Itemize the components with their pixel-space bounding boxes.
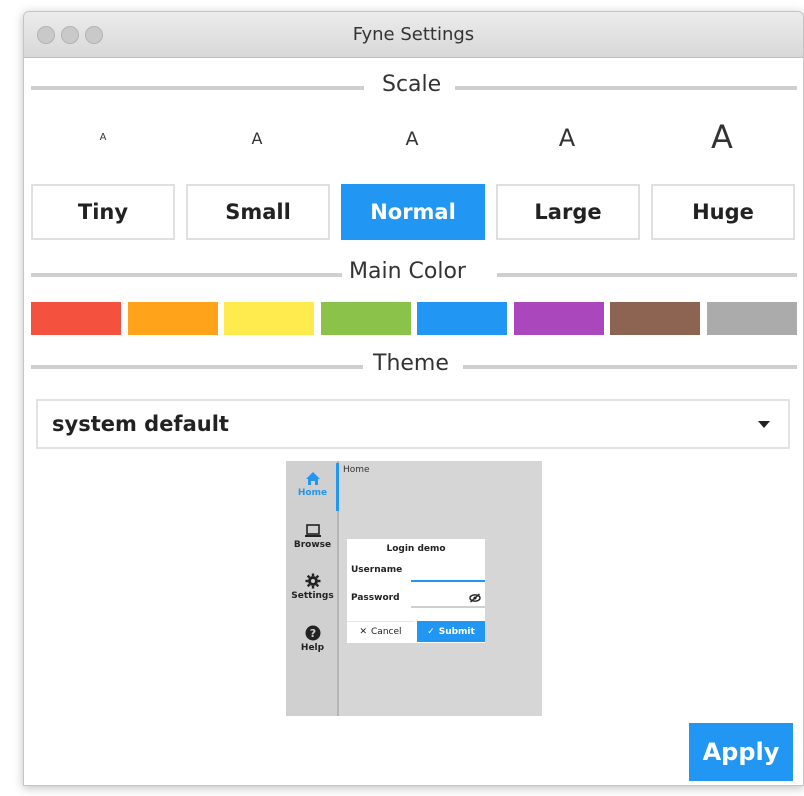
home-icon <box>305 472 320 485</box>
preview-nav-browse: Browse <box>286 524 339 550</box>
preview-nav-label: Browse <box>293 540 332 550</box>
divider <box>463 365 797 369</box>
scale-sample-tiny: A <box>99 132 107 143</box>
check-icon: ✓ <box>427 626 435 637</box>
main-color-section-header: Main Color <box>31 259 797 289</box>
preview-password-label: Password <box>351 593 400 603</box>
color-swatch-blue[interactable] <box>417 302 507 335</box>
preview-card-title: Login demo <box>386 544 446 554</box>
scale-heading: Scale <box>382 72 442 97</box>
theme-preview: Home Browse Settings ? Help Home Login d… <box>286 461 542 716</box>
preview-nav-label: Help <box>300 643 325 653</box>
laptop-icon <box>304 524 321 537</box>
main-color-heading: Main Color <box>349 259 466 284</box>
scale-sample-huge: A <box>711 118 733 156</box>
preview-username-field <box>411 565 485 582</box>
preview-cancel-button: ✕ Cancel <box>347 621 414 642</box>
scale-huge-button[interactable]: Huge <box>651 184 795 240</box>
color-swatch-red[interactable] <box>31 302 121 335</box>
gear-icon <box>305 573 320 589</box>
preview-submit-label: Submit <box>438 626 475 637</box>
preview-sidebar: Home Browse Settings ? Help <box>286 461 339 716</box>
scale-tiny-button[interactable]: Tiny <box>31 184 175 240</box>
divider <box>31 273 342 277</box>
window-title: Fyne Settings <box>352 24 475 45</box>
chevron-down-icon <box>758 421 770 428</box>
theme-section-header: Theme <box>31 351 797 381</box>
scale-sample-normal: A <box>405 128 419 150</box>
close-icon: ✕ <box>359 627 368 637</box>
preview-nav-label: Settings <box>291 591 334 601</box>
preview-nav-help: ? Help <box>286 625 339 653</box>
color-swatch-green[interactable] <box>321 302 411 335</box>
color-swatch-brown[interactable] <box>610 302 700 335</box>
preview-username-label: Username <box>351 565 403 575</box>
settings-window: Fyne Settings Scale A A A A A Tiny Small… <box>23 11 804 786</box>
preview-cancel-label: Cancel <box>371 627 402 637</box>
divider <box>455 86 797 90</box>
color-swatch-orange[interactable] <box>128 302 218 335</box>
preview-page-title: Home <box>343 465 370 475</box>
theme-select[interactable]: system default <box>36 399 790 449</box>
scale-sample-large: A <box>558 124 576 152</box>
help-icon: ? <box>305 625 320 641</box>
scale-sample-small: A <box>251 129 263 148</box>
scale-small-button[interactable]: Small <box>186 184 330 240</box>
divider <box>31 365 363 369</box>
color-swatch-purple[interactable] <box>514 302 604 335</box>
scale-section-header: Scale <box>31 72 797 102</box>
svg-text:?: ? <box>309 627 315 640</box>
divider <box>31 86 364 90</box>
color-swatch-gray[interactable] <box>707 302 797 335</box>
scale-normal-button[interactable]: Normal <box>341 184 485 240</box>
theme-heading: Theme <box>373 351 449 376</box>
preview-login-card: Login demo Username Password ✕ Cancel ✓ … <box>347 539 485 643</box>
preview-nav-home: Home <box>286 471 339 498</box>
preview-nav-selection-bar <box>336 463 339 511</box>
apply-button[interactable]: Apply <box>689 723 793 781</box>
divider <box>497 273 797 277</box>
preview-nav-label: Home <box>297 488 328 498</box>
preview-nav-settings: Settings <box>286 573 339 601</box>
preview-password-field <box>411 591 485 608</box>
eye-off-icon <box>469 593 481 603</box>
theme-select-value: system default <box>52 412 229 436</box>
scale-large-button[interactable]: Large <box>496 184 640 240</box>
title-bar[interactable]: Fyne Settings <box>24 12 803 58</box>
color-swatch-yellow[interactable] <box>224 302 314 335</box>
preview-submit-button: ✓ Submit <box>417 621 485 642</box>
